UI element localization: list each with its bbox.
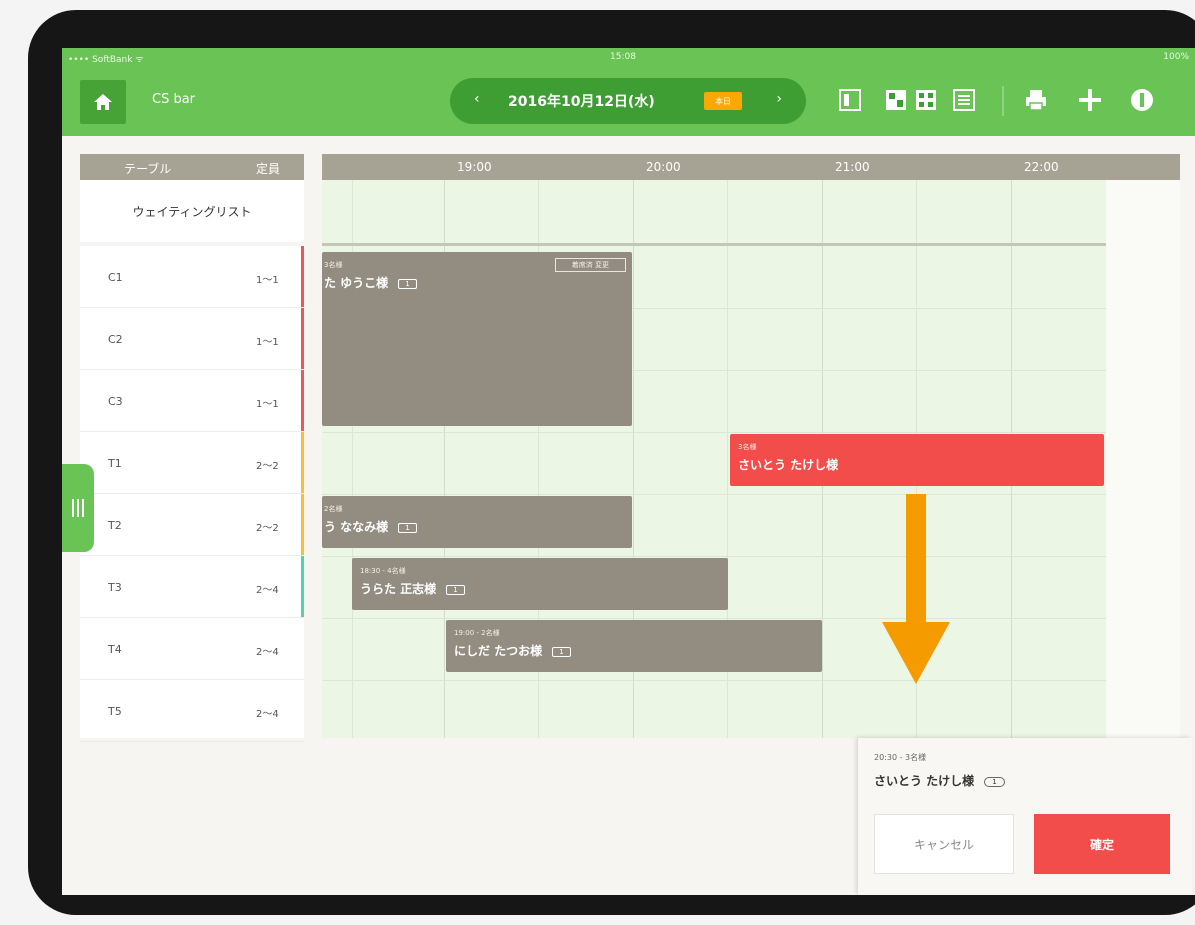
timeline-closed-area	[1106, 180, 1180, 738]
drag-arrow-icon	[882, 494, 950, 684]
cancel-button[interactable]: キャンセル	[874, 814, 1014, 874]
reservation-meta: 3名様	[738, 443, 757, 451]
grid-view-icon[interactable]	[914, 88, 938, 112]
status-carrier: •••• SoftBank ᯤ	[68, 55, 144, 65]
reservation-name: うらた 正志様 1	[360, 580, 465, 597]
reservation-name: た ゆうこ様 1	[324, 274, 417, 291]
reservation-count-badge: 1	[446, 584, 465, 595]
reservation-name: さいとう たけし様	[738, 458, 839, 472]
prev-day-button[interactable]: ‹	[474, 91, 480, 107]
table-color-indicator	[301, 494, 304, 555]
drawer-handle[interactable]	[62, 464, 94, 552]
hour-label: 22:00	[1024, 160, 1059, 174]
reservation-block[interactable]: 18:30 - 4名様 うらた 正志様 1	[352, 558, 728, 610]
table-name: C2	[108, 333, 123, 346]
table-capacity: 1〜1	[256, 399, 279, 410]
waiting-list-button[interactable]: ウェイティングリスト	[80, 180, 304, 242]
reservation-name: にしだ たつお様 1	[454, 642, 571, 659]
confirm-panel: 20:30 - 3名様 さいとう たけし様 1 キャンセル 確定	[858, 738, 1192, 895]
handle-grip-icon	[72, 499, 84, 517]
table-name: T1	[108, 457, 122, 470]
table-color-indicator	[301, 432, 304, 493]
table-color-indicator	[301, 308, 304, 369]
app-screen: •••• SoftBank ᯤ 15:08 100% CS bar ‹ 2016…	[62, 48, 1195, 895]
reservation-meta: 19:00 - 2名様	[454, 629, 500, 637]
table-row[interactable]: C3 1〜1	[80, 370, 304, 432]
timeline-view-icon[interactable]	[838, 88, 862, 112]
reservation-meta: 3名様	[324, 261, 343, 269]
table-row[interactable]: T4 2〜4	[80, 618, 304, 680]
table-capacity: 2〜4	[256, 647, 279, 658]
table-capacity: 2〜4	[256, 585, 279, 596]
confirm-count-badge: 1	[984, 776, 1005, 787]
table-name: T3	[108, 581, 122, 594]
table-color-indicator	[301, 556, 304, 617]
next-day-button[interactable]: ›	[776, 91, 782, 107]
table-name: C3	[108, 395, 123, 408]
date-selector: ‹ 2016年10月12日(水) 本日 ›	[450, 78, 806, 124]
table-row[interactable]: T5 2〜4	[80, 680, 304, 742]
home-icon	[94, 94, 112, 110]
status-battery: 100%	[1163, 52, 1189, 62]
status-time: 15:08	[610, 52, 636, 62]
table-capacity: 2〜2	[256, 461, 279, 472]
reservation-meta: 18:30 - 4名様	[360, 567, 406, 575]
table-capacity: 1〜1	[256, 337, 279, 348]
table-capacity: 2〜2	[256, 523, 279, 534]
table-row[interactable]: T1 2〜2	[80, 432, 304, 494]
reservation-block[interactable]: 19:00 - 2名様 にしだ たつお様 1	[446, 620, 822, 672]
table-name: T5	[108, 705, 122, 718]
list-view-icon[interactable]	[952, 88, 976, 112]
confirm-guest-name: さいとう たけし様 1	[874, 772, 1005, 789]
home-button[interactable]	[80, 80, 126, 124]
table-row[interactable]: C1 1〜1	[80, 246, 304, 308]
table-color-indicator	[301, 370, 304, 431]
table-name: T4	[108, 643, 122, 656]
reservation-count-badge: 1	[398, 522, 417, 533]
hour-label: 20:00	[646, 160, 681, 174]
dragged-reservation-block[interactable]: 3名様 さいとう たけし様	[730, 434, 1104, 486]
table-capacity: 2〜4	[256, 709, 279, 720]
reservation-block[interactable]: 3名様 た ゆうこ様 1 着席済 変更	[322, 252, 632, 426]
hour-label: 19:00	[457, 160, 492, 174]
table-column-header: テーブル 定員	[80, 154, 304, 180]
reservation-count-badge: 1	[552, 646, 571, 657]
table-header-label: テーブル	[124, 162, 172, 176]
app-bar: •••• SoftBank ᯤ 15:08 100% CS bar ‹ 2016…	[62, 48, 1195, 136]
table-capacity: 1〜1	[256, 275, 279, 286]
capacity-header-label: 定員	[256, 162, 281, 176]
info-icon[interactable]	[1130, 88, 1154, 112]
hour-label: 21:00	[835, 160, 870, 174]
table-row[interactable]: T3 2〜4	[80, 556, 304, 618]
table-name: T2	[108, 519, 122, 532]
reservation-status-tag[interactable]: 着席済 変更	[554, 258, 626, 272]
print-icon[interactable]	[1024, 88, 1048, 112]
timeline-header: 19:00 20:00 21:00 22:00	[322, 154, 1180, 180]
shop-name: CS bar	[152, 92, 196, 107]
current-date[interactable]: 2016年10月12日(水)	[508, 91, 655, 111]
confirm-meta: 20:30 - 3名様	[874, 753, 927, 762]
confirm-button[interactable]: 確定	[1034, 814, 1170, 874]
reservation-name: う ななみ様 1	[324, 518, 417, 535]
add-icon[interactable]	[1078, 88, 1102, 112]
table-row[interactable]: T2 2〜2	[80, 494, 304, 556]
table-name: C1	[108, 271, 123, 284]
floor-map-view-icon[interactable]	[884, 88, 908, 112]
reservation-meta: 2名様	[324, 505, 343, 513]
today-badge: 本日	[704, 92, 742, 110]
reservation-count-badge: 1	[398, 278, 417, 289]
table-row[interactable]: C2 1〜1	[80, 308, 304, 370]
toolbar-divider	[1002, 86, 1004, 116]
table-color-indicator	[301, 246, 304, 307]
reservation-block[interactable]: 2名様 う ななみ様 1	[322, 496, 632, 548]
